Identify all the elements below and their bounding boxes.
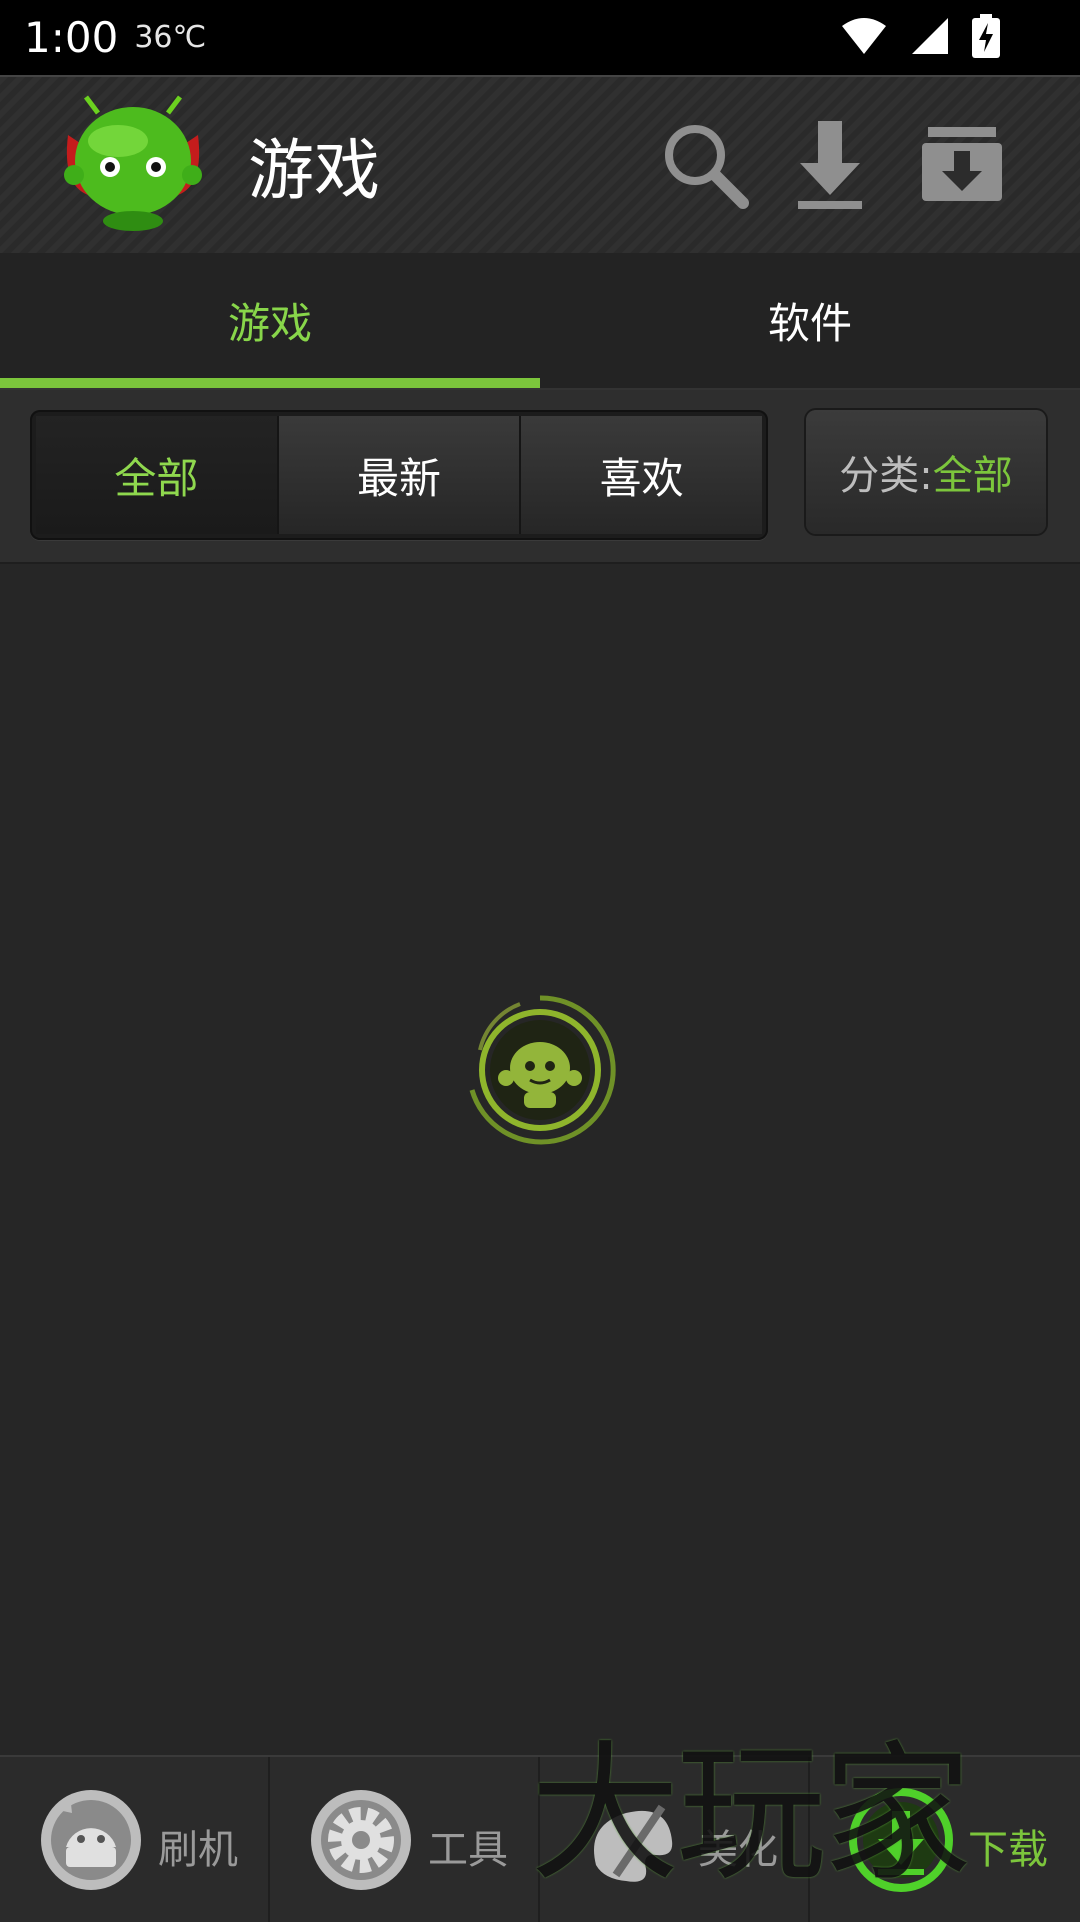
category-label: 分类: bbox=[839, 453, 933, 499]
android-refresh-icon bbox=[41, 1790, 141, 1890]
status-temperature: 36℃ bbox=[134, 20, 207, 55]
nav-label-tools: 工具 bbox=[428, 1827, 508, 1873]
tab-software[interactable]: 软件 bbox=[540, 253, 1080, 388]
search-icon[interactable] bbox=[655, 115, 755, 215]
status-icons bbox=[840, 14, 1000, 58]
category-tabs: 游戏 软件 bbox=[0, 253, 1080, 390]
download-icon[interactable] bbox=[780, 115, 880, 215]
signal-icon bbox=[912, 18, 948, 54]
filter-all-button[interactable]: 全部 bbox=[36, 416, 279, 534]
watermark-logo: 大玩家 bbox=[530, 1730, 972, 1900]
category-select-button[interactable]: 分类: 全部 bbox=[806, 410, 1046, 534]
wifi-icon bbox=[842, 18, 886, 54]
filter-favorites-button[interactable]: 喜欢 bbox=[521, 416, 763, 534]
app-logo-icon bbox=[64, 95, 202, 231]
nav-item-tools[interactable]: 工具 bbox=[270, 1757, 540, 1922]
download-manager-icon[interactable] bbox=[912, 115, 1012, 215]
tab-indicator bbox=[0, 378, 540, 388]
category-value: 全部 bbox=[932, 453, 1013, 499]
page-title: 游戏 bbox=[248, 132, 380, 209]
filter-bar: 全部 最新 喜欢 分类: 全部 bbox=[0, 390, 1080, 564]
filter-latest-button[interactable]: 最新 bbox=[278, 416, 522, 534]
battery-charging-icon bbox=[972, 14, 1000, 58]
nav-label-flash: 刷机 bbox=[158, 1827, 238, 1873]
nav-item-flash[interactable]: 刷机 bbox=[0, 1757, 270, 1922]
filter-segmented-control: 全部 最新 喜欢 bbox=[30, 410, 768, 540]
loading-spinner-icon bbox=[469, 995, 616, 1145]
gear-icon bbox=[311, 1790, 411, 1890]
app-bar: 游戏 bbox=[0, 75, 1080, 255]
tab-games[interactable]: 游戏 bbox=[0, 253, 540, 388]
status-bar: 1:00 36℃ bbox=[0, 0, 1080, 75]
status-time: 1:00 bbox=[24, 13, 119, 62]
